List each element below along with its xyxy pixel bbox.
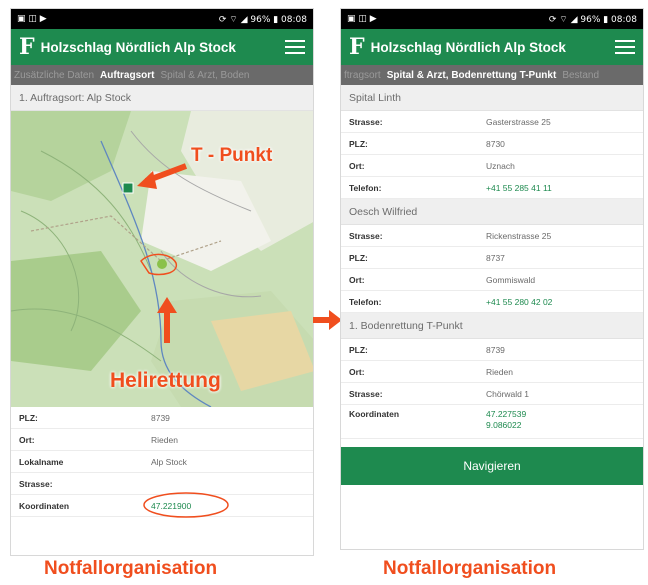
- section-title: Oesch Wilfried: [341, 199, 643, 225]
- caption-left: Notfallorganisation: [44, 558, 218, 579]
- status-info-right: ⟳ ⌔ ◢ 96% ▮ 08:08: [218, 14, 307, 25]
- app-bar: F Holzschlag Nördlich Alp Stock: [11, 29, 313, 65]
- tab-spital-arzt[interactable]: Spital & Arzt, Bodenrettung T-Punkt: [384, 70, 560, 81]
- menu-icon[interactable]: [285, 40, 305, 54]
- app-title: Holzschlag Nördlich Alp Stock: [370, 39, 566, 55]
- detail-value: Rieden: [486, 366, 513, 377]
- detail-value: 8739: [486, 344, 505, 355]
- status-bar: ▣ ◫ ▶ ⟳ ⌔ ◢ 96% ▮ 08:08: [11, 9, 313, 29]
- highlight-ellipse: [143, 492, 229, 518]
- app-logo-icon: F: [349, 34, 365, 60]
- detail-value: Alp Stock: [151, 456, 187, 467]
- detail-row: PLZ: 8739: [11, 407, 313, 429]
- section-title: Spital Linth: [341, 85, 643, 111]
- phone-screen-left: ▣ ◫ ▶ ⟳ ⌔ ◢ 96% ▮ 08:08 F Holzschlag Nör…: [10, 8, 314, 556]
- tab-zusaetzliche-daten[interactable]: Zusätzliche Daten: [11, 70, 97, 81]
- status-info-right: ⟳ ⌔ ◢ 96% ▮ 08:08: [548, 14, 637, 25]
- detail-row: PLZ: 8737: [341, 247, 643, 269]
- t-punkt-annotation: T - Punkt: [191, 145, 273, 166]
- detail-row: Strasse: Chörwald 1: [341, 383, 643, 405]
- detail-label: Strasse:: [349, 388, 383, 399]
- phone-screen-right: ▣ ◫ ▶ ⟳ ⌔ ◢ 96% ▮ 08:08 F Holzschlag Nör…: [340, 8, 644, 550]
- detail-value: Uznach: [486, 160, 515, 171]
- tab-auftragsort[interactable]: Auftragsort: [97, 70, 157, 81]
- detail-row: Strasse: Gasterstrasse 25: [341, 111, 643, 133]
- section-title: 1. Auftragsort: Alp Stock: [11, 85, 313, 111]
- app-bar: F Holzschlag Nördlich Alp Stock: [341, 29, 643, 65]
- detail-value: 8730: [486, 138, 505, 149]
- detail-label: Strasse:: [19, 478, 53, 489]
- caption-right: Notfallorganisation: [383, 558, 557, 579]
- arrow-right-icon: [313, 310, 342, 330]
- detail-row: Ort: Rieden: [341, 361, 643, 383]
- detail-label: PLZ:: [19, 412, 38, 423]
- navigate-button[interactable]: Navigieren: [341, 447, 643, 485]
- tab-auftragsort[interactable]: ftragsort: [341, 70, 384, 81]
- detail-label: Ort:: [349, 160, 365, 171]
- detail-value: 8739: [151, 412, 170, 423]
- phone-link[interactable]: +41 55 280 42 02: [486, 297, 552, 307]
- detail-label: PLZ:: [349, 252, 368, 263]
- tab-spital-arzt[interactable]: Spital & Arzt, Boden: [158, 70, 253, 81]
- tab-bar: Zusätzliche Daten Auftragsort Spital & A…: [11, 65, 313, 85]
- detail-value: Rickenstrasse 25: [486, 230, 552, 241]
- detail-row: Strasse: Rickenstrasse 25: [341, 225, 643, 247]
- detail-row: Ort: Uznach: [341, 155, 643, 177]
- detail-row: PLZ: 8739: [341, 339, 643, 361]
- detail-value: Gommiswald: [486, 274, 536, 285]
- helirettung-annotation: Helirettung: [110, 369, 221, 392]
- status-icons-left: ▣ ◫ ▶: [347, 14, 377, 24]
- detail-row: Ort: Rieden: [11, 429, 313, 451]
- detail-row: Koordinaten 47.227539 9.086022: [341, 405, 643, 439]
- app-title: Holzschlag Nördlich Alp Stock: [40, 39, 236, 55]
- detail-row: Lokalname Alp Stock: [11, 451, 313, 473]
- detail-label: PLZ:: [349, 138, 368, 149]
- tab-bestand[interactable]: Bestand: [559, 70, 602, 81]
- detail-row: Telefon: +41 55 285 41 11: [341, 177, 643, 199]
- detail-row: Koordinaten 47.221900: [11, 492, 313, 518]
- detail-label: Koordinaten: [349, 409, 400, 419]
- detail-label: Ort:: [19, 434, 35, 445]
- detail-label: Ort:: [349, 274, 365, 285]
- status-bar: ▣ ◫ ▶ ⟳ ⌔ ◢ 96% ▮ 08:08: [341, 9, 643, 29]
- coordinates-link[interactable]: 47.227539 9.086022: [486, 409, 526, 431]
- detail-row: Telefon: +41 55 280 42 02: [341, 291, 643, 313]
- status-icons-left: ▣ ◫ ▶: [17, 14, 47, 24]
- detail-value: Chörwald 1: [486, 388, 529, 399]
- menu-icon[interactable]: [615, 40, 635, 54]
- detail-label: Lokalname: [19, 456, 64, 467]
- detail-value: Gasterstrasse 25: [486, 116, 551, 127]
- section-title: 1. Bodenrettung T-Punkt: [341, 313, 643, 339]
- detail-label: Strasse:: [349, 230, 383, 241]
- detail-label: Ort:: [349, 366, 365, 377]
- detail-row: PLZ: 8730: [341, 133, 643, 155]
- tab-bar: ftragsort Spital & Arzt, Bodenrettung T-…: [341, 65, 643, 85]
- app-logo-icon: F: [19, 34, 35, 60]
- detail-label: Telefon:: [349, 296, 382, 307]
- detail-value: 8737: [486, 252, 505, 263]
- phone-link[interactable]: +41 55 285 41 11: [486, 183, 552, 193]
- detail-value: Rieden: [151, 434, 178, 445]
- detail-label: PLZ:: [349, 344, 368, 355]
- topographic-map[interactable]: T - Punkt Helirettung: [11, 111, 313, 407]
- detail-label: Koordinaten: [19, 500, 70, 511]
- detail-row: Ort: Gommiswald: [341, 269, 643, 291]
- detail-label: Telefon:: [349, 182, 382, 193]
- detail-label: Strasse:: [349, 116, 383, 127]
